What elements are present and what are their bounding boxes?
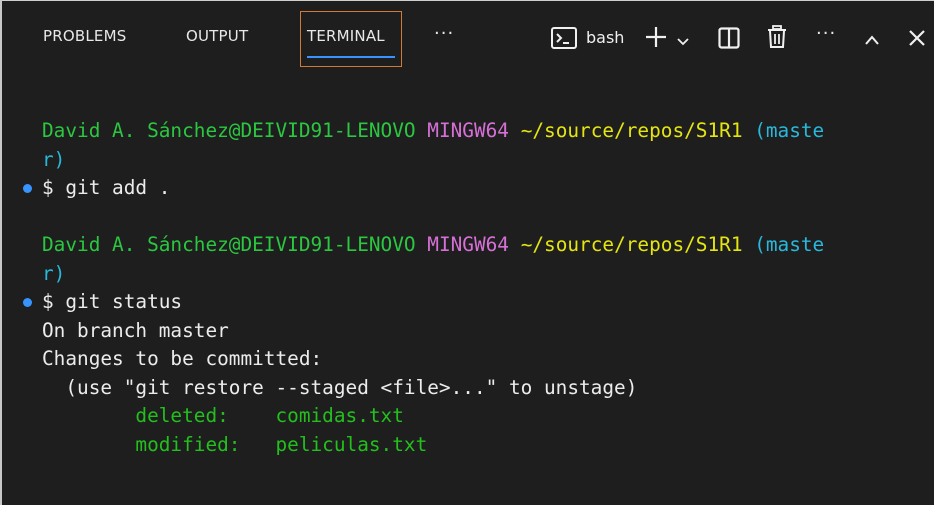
output-line: (use "git restore --staged <file>..." to… bbox=[42, 375, 638, 399]
prompt-line: David A. Sánchez@DEIVID91-LENOVO MINGW64… bbox=[2, 117, 934, 146]
output-line-deleted: deleted: comidas.txt bbox=[2, 402, 934, 431]
new-terminal-plus-icon[interactable] bbox=[645, 26, 667, 52]
terminal-shell-icon[interactable] bbox=[551, 27, 577, 53]
command-status-dot[interactable] bbox=[23, 184, 32, 193]
terminal-panel: PROBLEMS OUTPUT TERMINAL ··· bash ··· Da… bbox=[0, 0, 934, 505]
output-line: Changes to be committed: bbox=[42, 347, 323, 370]
tab-terminal-underline bbox=[307, 56, 395, 58]
shell-name-label[interactable]: bash bbox=[586, 28, 624, 47]
modified-file: peliculas.txt bbox=[275, 432, 428, 456]
prompt-line-wrap: r) bbox=[2, 260, 934, 289]
tab-terminal[interactable]: TERMINAL bbox=[307, 27, 385, 45]
trash-icon[interactable] bbox=[767, 25, 787, 53]
command-line: $ git add . bbox=[2, 174, 934, 203]
output-line-modified: modified: peliculas.txt bbox=[2, 431, 934, 460]
modified-label: modified: bbox=[42, 432, 276, 456]
maximize-panel-chevron-up-icon[interactable] bbox=[864, 31, 880, 50]
panel-header: PROBLEMS OUTPUT TERMINAL ··· bash ··· bbox=[2, 1, 934, 69]
deleted-label: deleted: bbox=[42, 404, 276, 427]
command-status-dot[interactable] bbox=[23, 298, 32, 307]
deleted-file: comidas.txt bbox=[275, 404, 404, 427]
command-line: $ git status bbox=[2, 288, 934, 317]
split-terminal-icon[interactable] bbox=[718, 27, 740, 53]
output-line: On branch master bbox=[42, 318, 229, 342]
prompt-user-host: David A. Sánchez@DEIVID91-LENOVO bbox=[42, 233, 416, 256]
prompt-branch-wrap: r) bbox=[42, 147, 66, 171]
prompt-line-wrap: r) bbox=[2, 146, 934, 175]
terminal-output[interactable]: David A. Sánchez@DEIVID91-LENOVO MINGW64… bbox=[2, 101, 934, 456]
prompt-env: MINGW64 bbox=[427, 233, 509, 256]
more-actions-button[interactable]: ··· bbox=[816, 23, 836, 44]
prompt-path: ~/source/repos/S1R1 bbox=[520, 233, 743, 256]
prompt-branch: (maste bbox=[754, 119, 825, 142]
prompt-branch: (maste bbox=[754, 233, 825, 256]
more-tabs-button[interactable]: ··· bbox=[434, 23, 454, 44]
command-text: $ git add . bbox=[42, 176, 171, 199]
chevron-down-icon[interactable] bbox=[676, 32, 690, 51]
prompt-env: MINGW64 bbox=[427, 119, 509, 142]
prompt-line: David A. Sánchez@DEIVID91-LENOVO MINGW64… bbox=[2, 231, 934, 260]
prompt-branch-wrap: r) bbox=[42, 261, 66, 285]
close-panel-icon[interactable] bbox=[908, 29, 926, 51]
tab-problems[interactable]: PROBLEMS bbox=[43, 27, 126, 45]
tab-output[interactable]: OUTPUT bbox=[186, 27, 248, 45]
command-text: $ git status bbox=[42, 290, 183, 313]
prompt-user-host: David A. Sánchez@DEIVID91-LENOVO bbox=[42, 119, 416, 142]
prompt-path: ~/source/repos/S1R1 bbox=[520, 119, 743, 142]
